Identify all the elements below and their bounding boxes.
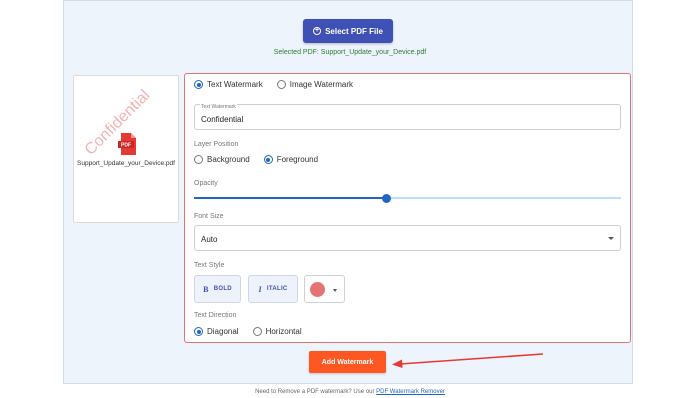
pdf-badge-text: PDF — [121, 143, 131, 149]
watermark-type-group: Text Watermark Image Watermark — [194, 80, 353, 89]
pdf-file-icon: PDF — [118, 133, 136, 155]
add-watermark-button[interactable]: Add Watermark — [309, 351, 386, 373]
layer-position-label: Layer Position — [194, 141, 239, 148]
dropdown-caret-icon — [608, 237, 614, 240]
radio-label: Image Watermark — [289, 80, 353, 89]
radio-checked-icon — [263, 155, 273, 164]
radio-checked-icon — [194, 80, 203, 89]
plus-circle-icon: + — [313, 27, 322, 35]
radio-foreground[interactable]: Foreground — [263, 155, 319, 164]
bold-button[interactable]: B BOLD — [194, 275, 241, 303]
color-swatch — [310, 282, 325, 297]
text-watermark-label: Text Watermark — [200, 104, 237, 110]
layer-position-group: Background Foreground — [194, 155, 318, 164]
color-picker-button[interactable] — [304, 275, 345, 303]
radio-unchecked-icon — [276, 80, 286, 89]
footer-prompt: Need to Remove a PDF watermark? Use our — [255, 389, 375, 395]
radio-label: Horizontal — [265, 327, 302, 336]
opacity-slider-thumb[interactable] — [381, 193, 391, 203]
radio-text-watermark[interactable]: Text Watermark — [194, 80, 263, 89]
preview-filename: Support_Update_your_Device.pdf — [77, 160, 175, 167]
opacity-slider-fill — [194, 197, 387, 199]
radio-label: Background — [207, 155, 250, 164]
text-direction-group: Diagonal Horizontal — [194, 327, 302, 336]
footer-text: Need to Remove a PDF watermark? Use our … — [0, 389, 700, 395]
italic-button[interactable]: I ITALIC — [248, 275, 298, 303]
radio-background[interactable]: Background — [194, 155, 250, 164]
font-size-label: Font Size — [194, 213, 224, 220]
italic-icon: I — [258, 284, 262, 294]
select-pdf-button[interactable]: + Select PDF File — [303, 19, 393, 43]
radio-label: Text Watermark — [207, 80, 263, 89]
pdf-preview: PDF Support_Update_your_Device.pdf Confi… — [73, 75, 179, 223]
font-size-value: Auto — [201, 235, 218, 244]
radio-horizontal[interactable]: Horizontal — [252, 327, 302, 336]
bold-label: BOLD — [213, 286, 232, 292]
opacity-slider[interactable] — [194, 193, 621, 203]
radio-unchecked-icon — [194, 155, 203, 164]
dropdown-caret-icon — [333, 289, 337, 292]
opacity-label: Opacity — [194, 180, 218, 187]
selected-file-text: Selected PDF: Support_Update_your_Device… — [273, 49, 427, 56]
pointer-arrow-icon — [392, 353, 544, 368]
radio-image-watermark[interactable]: Image Watermark — [276, 80, 353, 89]
font-size-select[interactable]: Auto — [194, 225, 621, 251]
text-watermark-value: Confidential — [201, 115, 244, 124]
radio-diagonal[interactable]: Diagonal — [194, 327, 239, 336]
bold-icon: B — [203, 284, 209, 294]
select-pdf-label: Select PDF File — [325, 26, 383, 36]
watermark-remover-link[interactable]: PDF Watermark Remover — [376, 389, 445, 395]
text-direction-label: Text Direction — [194, 312, 237, 319]
italic-label: ITALIC — [266, 286, 288, 292]
radio-label: Diagonal — [207, 327, 239, 336]
text-style-label: Text Style — [194, 262, 225, 269]
text-watermark-input[interactable]: Text Watermark Confidential — [194, 104, 621, 130]
radio-unchecked-icon — [252, 327, 262, 336]
radio-checked-icon — [194, 327, 203, 336]
radio-label: Foreground — [276, 155, 319, 164]
